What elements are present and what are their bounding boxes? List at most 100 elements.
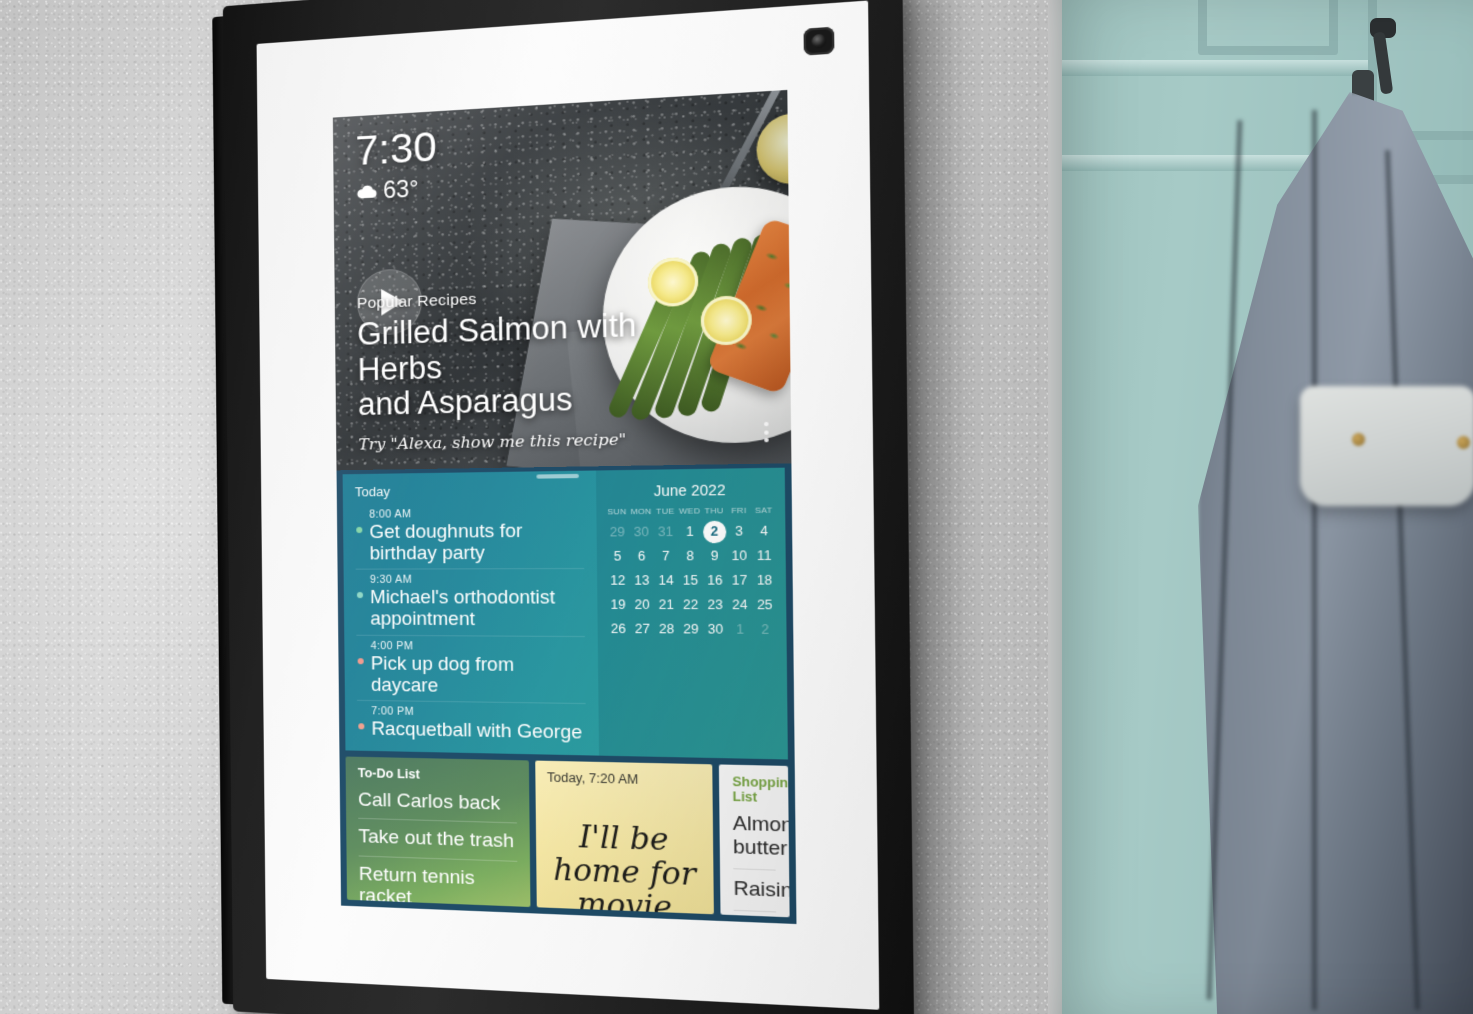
calendar-day[interactable]: 26	[606, 618, 630, 640]
todo-items-container: Call Carlos back Take out the trash Return…	[358, 787, 518, 908]
jacket-seam	[1312, 110, 1317, 1010]
agenda-list[interactable]: Today 8:00 AM Get doughnuts for birthday …	[343, 470, 599, 755]
calendar-day[interactable]: 21	[654, 594, 679, 616]
calendar-day[interactable]: 3	[727, 521, 752, 544]
calendar-day[interactable]: 12	[606, 570, 630, 592]
calendar-day[interactable]: 23	[703, 594, 728, 616]
todo-item[interactable]: Call Carlos back	[358, 787, 517, 822]
jacket-stud	[1352, 433, 1365, 446]
calendar-day-number: 21	[658, 597, 674, 613]
calendar-day-number: 9	[710, 548, 719, 564]
todo-item[interactable]: Return tennis racket	[358, 855, 518, 908]
calendar-day-number: 23	[707, 597, 724, 613]
smart-display-device: 7:30 63° Popular Recipes Grilled Salmon …	[212, 0, 915, 1014]
event-dot	[356, 526, 363, 534]
calendar-day[interactable]: 16	[703, 570, 728, 592]
agenda-event[interactable]: 8:00 AM Get doughnuts for birthday party	[355, 502, 584, 569]
shopping-item[interactable]: Chai tea	[733, 909, 777, 918]
calendar-day-number: 15	[682, 572, 699, 588]
calendar-day-number: 8	[686, 548, 695, 564]
more-options-icon[interactable]	[760, 418, 774, 447]
calendar-day[interactable]: 22	[678, 594, 703, 616]
calendar-day[interactable]: 13	[630, 570, 654, 592]
temperature-value: 63°	[382, 174, 419, 204]
shopping-item[interactable]: Raisins	[733, 868, 790, 912]
calendar-day[interactable]: 2	[752, 619, 777, 642]
calendar-day[interactable]: 25	[752, 594, 777, 617]
calendar-day-number: 2	[761, 622, 769, 638]
calendar-widget[interactable]: June 2022 SUN MON TUE WED THU FRI SAT 29 30 31 1 2 3…	[595, 467, 788, 760]
recipe-text-block: Popular Recipes Grilled Salmon with Herb…	[357, 281, 724, 453]
agenda-header: Today	[354, 483, 391, 500]
sticky-note-widget[interactable]: Today, 7:20 AM I'll be home for movie ni…	[535, 760, 714, 915]
calendar-day[interactable]: 8	[678, 545, 703, 567]
calendar-day[interactable]: 1	[678, 521, 703, 543]
calendar-day[interactable]: 24	[727, 594, 752, 616]
calendar-day[interactable]: 14	[654, 570, 679, 592]
calendar-day[interactable]: 7	[654, 545, 679, 567]
calendar-day-number: 19	[610, 597, 626, 613]
calendar-day[interactable]: 4	[751, 520, 776, 543]
shopping-list-widget[interactable]: Shopping List Almond butterRaisinsChai t…	[718, 764, 790, 918]
calendar-day-number: 5	[613, 548, 622, 564]
todo-item[interactable]: Take out the trash	[358, 818, 518, 861]
calendar-day[interactable]: 19	[606, 594, 630, 616]
calendar-day[interactable]: 28	[654, 618, 679, 640]
calendar-day-number: 2	[702, 520, 727, 544]
todo-list-header: To-Do List	[357, 765, 420, 782]
agenda-event[interactable]: 7:00 PM Racquetball with George	[357, 700, 587, 750]
calendar-day-number: 4	[759, 523, 768, 539]
agenda-event[interactable]: 4:00 PM Pick up dog from daycare	[356, 634, 586, 704]
status-overlay: 7:30 63°	[355, 123, 437, 206]
device-bezel: 7:30 63° Popular Recipes Grilled Salmon …	[256, 0, 880, 1010]
shopping-list-header: Shopping List	[732, 774, 790, 805]
kebab-dot	[764, 421, 769, 427]
calendar-day-number: 27	[634, 621, 650, 637]
calendar-day[interactable]: 20	[630, 594, 654, 616]
calendar-day[interactable]: 30	[703, 619, 728, 641]
calendar-grid: SUN MON TUE WED THU FRI SAT 29 30 31 1 2 3 4 5 6 7 8 9 10 11…	[605, 505, 778, 641]
calendar-day[interactable]: 29	[679, 619, 704, 641]
calendar-day-number: 28	[658, 621, 675, 637]
jacket-pocket-flap	[1300, 386, 1473, 506]
calendar-day[interactable]: 6	[629, 546, 653, 568]
recipe-hero-card[interactable]: 7:30 63° Popular Recipes Grilled Salmon …	[332, 89, 792, 471]
calendar-day[interactable]: 27	[630, 618, 654, 640]
jacket-stud	[1457, 436, 1470, 449]
calendar-day-today[interactable]: 2	[702, 520, 727, 544]
calendar-day-number: 1	[686, 524, 694, 540]
calendar-day[interactable]: 5	[605, 546, 629, 568]
calendar-day-number: 11	[756, 548, 772, 564]
calendar-day-number: 13	[634, 573, 650, 588]
panel-drag-handle[interactable]	[536, 473, 579, 479]
calendar-day-number: 26	[610, 621, 626, 637]
calendar-day[interactable]: 11	[752, 545, 777, 568]
calendar-day-number: 22	[682, 597, 699, 613]
agenda-event[interactable]: 9:30 AM Michael's orthodontist appointmen…	[355, 568, 585, 636]
calendar-day[interactable]: 9	[702, 545, 727, 567]
event-title: Michael's orthodontist appointment	[370, 586, 556, 630]
kebab-dot	[764, 437, 769, 443]
calendar-day[interactable]: 15	[678, 570, 703, 592]
todo-list-widget[interactable]: To-Do List Call Carlos back Take out the …	[345, 756, 531, 908]
calendar-day-number: 25	[756, 597, 773, 613]
event-dot	[358, 723, 365, 730]
calendar-weekday: MON	[630, 506, 652, 517]
calendar-day[interactable]: 17	[727, 570, 752, 592]
calendar-day-number: 30	[633, 524, 649, 540]
calendar-day[interactable]: 30	[629, 521, 653, 543]
calendar-weekday: TUE	[656, 506, 675, 517]
agenda-calendar-panel: Today 8:00 AM Get doughnuts for birthday …	[342, 467, 788, 760]
calendar-weekday: WED	[678, 506, 701, 516]
calendar-weekday: FRI	[731, 505, 747, 516]
calendar-day[interactable]: 1	[728, 619, 753, 642]
calendar-month-label: June 2022	[653, 481, 726, 500]
calendar-day[interactable]: 18	[752, 570, 777, 593]
calendar-day[interactable]: 31	[653, 521, 678, 543]
shopping-item[interactable]: Almond butter	[733, 811, 790, 870]
calendar-day[interactable]: 29	[605, 522, 629, 544]
calendar-day[interactable]: 10	[727, 545, 752, 568]
scene-root: 7:30 63° Popular Recipes Grilled Salmon …	[0, 0, 1473, 1014]
recipe-title: Grilled Salmon with Herbs and Asparagus	[357, 304, 724, 423]
calendar-day-number: 18	[756, 572, 773, 588]
